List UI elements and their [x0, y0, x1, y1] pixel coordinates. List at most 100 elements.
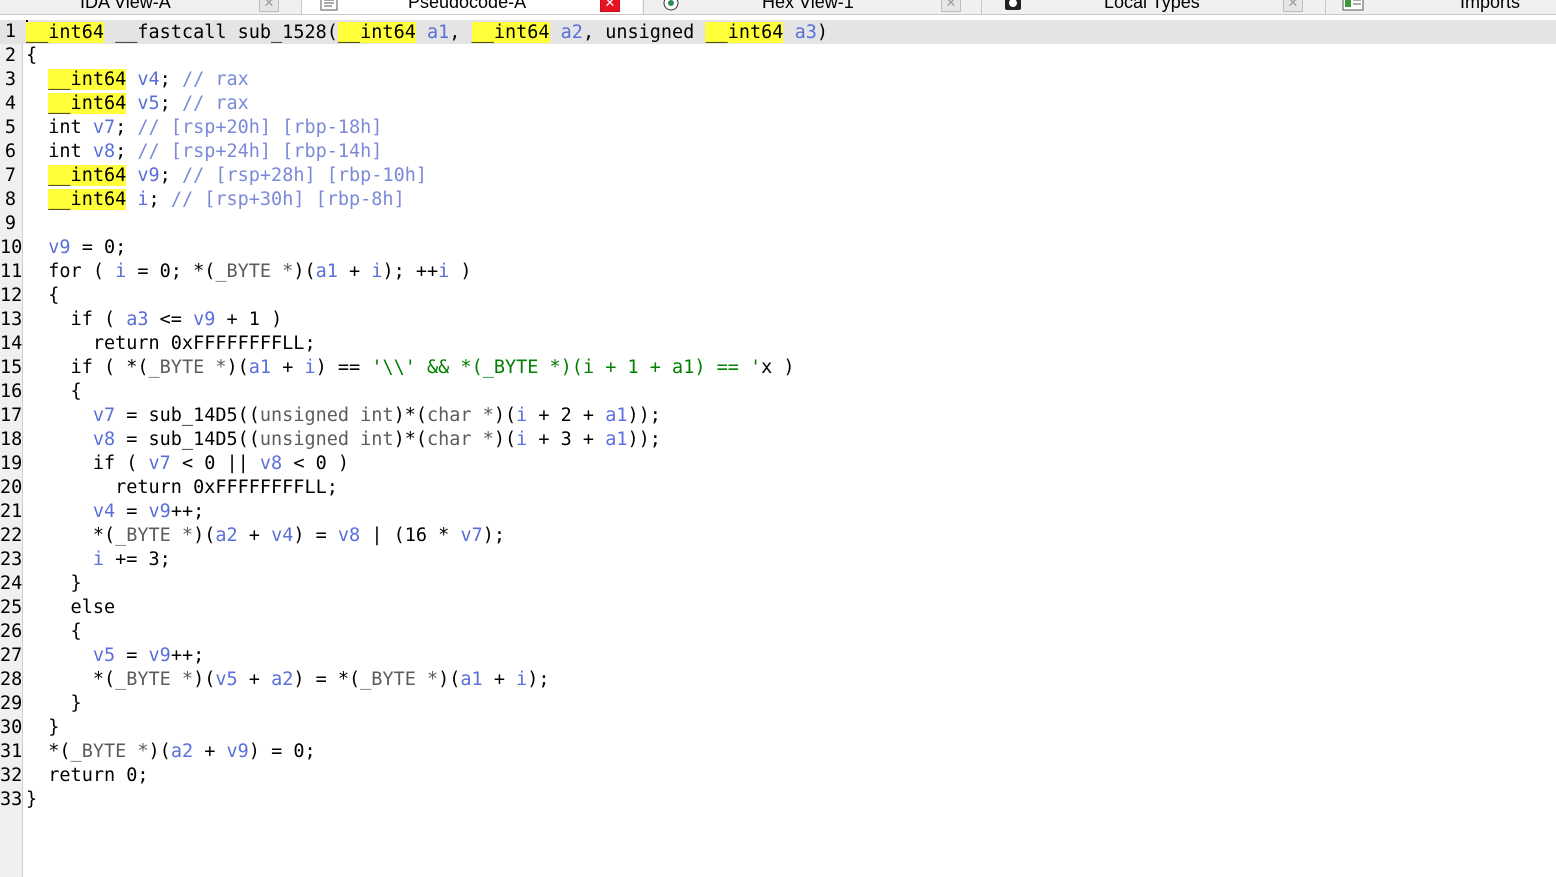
line-number: 31 — [0, 741, 23, 762]
code-text: __int64 v9; // [rsp+28h] [rbp-10h] — [48, 165, 427, 186]
code-text: __int64 i; // [rsp+30h] [rbp-8h] — [48, 189, 405, 210]
code-text: if ( v7 < 0 || v8 < 0 ) — [26, 453, 350, 474]
code-text: i += 3; — [92, 549, 171, 570]
code-text: __int64 v4; // rax — [48, 69, 249, 90]
code-line[interactable]: 5 int v7; // [rsp+20h] [rbp-18h] — [0, 116, 1556, 140]
line-number: 3 — [4, 69, 16, 90]
code-line[interactable]: 1 __int64 __fastcall sub_1528(__int64 a1,… — [0, 20, 1556, 44]
line-number: 27 — [0, 645, 23, 666]
code-text: } — [26, 573, 82, 594]
line-number: 9 — [4, 213, 16, 234]
code-line[interactable]: 32 return 0; — [0, 764, 1556, 788]
close-icon[interactable]: ✕ — [1283, 0, 1303, 12]
tab-hex-view-1[interactable]: Hex View-1 ✕ — [644, 0, 980, 14]
code-text: v8 = sub_14D5((unsigned int)*(char *)(i … — [92, 429, 661, 450]
line-number: 11 — [0, 261, 23, 282]
code-line[interactable]: 25 else — [0, 596, 1556, 620]
code-text: v7 = sub_14D5((unsigned int)*(char *)(i … — [92, 405, 661, 426]
code-text: int v8; // [rsp+24h] [rbp-14h] — [26, 141, 383, 162]
code-text: } — [26, 717, 60, 738]
close-icon[interactable]: ✕ — [600, 0, 620, 12]
code-line[interactable]: 2{ — [0, 44, 1556, 68]
line-number: 8 — [4, 189, 16, 210]
code-text: } — [26, 789, 38, 810]
code-text: for ( i = 0; *(_BYTE *)(a1 + i); ++i ) — [26, 261, 472, 282]
code-line[interactable]: 22 *(_BYTE *)(a2 + v4) = v8 | (16 * v7); — [0, 524, 1556, 548]
line-number: 16 — [0, 381, 23, 402]
code-text: v4 = v9++; — [92, 501, 205, 522]
line-number: 12 — [0, 285, 23, 306]
code-line[interactable]: 7 __int64 v9; // [rsp+28h] [rbp-10h] — [0, 164, 1556, 188]
line-number: 30 — [0, 717, 23, 738]
close-icon[interactable]: ✕ — [259, 0, 279, 12]
code-text: return 0xFFFFFFFFLL; — [26, 477, 338, 498]
code-line[interactable]: 31 *(_BYTE *)(a2 + v9) = 0; — [0, 740, 1556, 764]
line-number: 4 — [4, 93, 16, 114]
code-text: { — [26, 381, 82, 402]
line-number: 19 — [0, 453, 23, 474]
code-line[interactable]: 33} — [0, 788, 1556, 812]
close-icon[interactable]: ✕ — [941, 0, 961, 12]
tab-pseudocode-a[interactable]: Pseudocode-A ✕ — [302, 0, 642, 14]
line-number: 1 — [4, 21, 16, 42]
code-line[interactable]: 3 __int64 v4; // rax — [0, 68, 1556, 92]
line-number: 28 — [0, 669, 23, 690]
code-line[interactable]: 14 return 0xFFFFFFFFLL; — [0, 332, 1556, 356]
tab-ida-view-a[interactable]: IDA View-A ✕ — [0, 0, 300, 14]
line-number: 24 — [0, 573, 23, 594]
code-line[interactable]: 29 } — [0, 692, 1556, 716]
code-line[interactable]: 23 i += 3; — [0, 548, 1556, 572]
code-line[interactable]: 10 v9 = 0; — [0, 236, 1556, 260]
imports-icon — [1342, 0, 1364, 11]
line-number: 33 — [0, 789, 23, 810]
code-line[interactable]: 20 return 0xFFFFFFFFLL; — [0, 476, 1556, 500]
code-line[interactable]: 18 v8 = sub_14D5((unsigned int)*(char *)… — [0, 428, 1556, 452]
line-number: 29 — [0, 693, 23, 714]
tab-local-types[interactable]: Local Types ✕ — [982, 0, 1324, 14]
line-number: 7 — [4, 165, 16, 186]
code-text: { — [26, 45, 38, 66]
code-line[interactable]: 28 *(_BYTE *)(v5 + a2) = *(_BYTE *)(a1 +… — [0, 668, 1556, 692]
code-line[interactable]: 15 if ( *(_BYTE *)(a1 + i) == '\\' && *(… — [0, 356, 1556, 380]
code-line[interactable]: 4 __int64 v5; // rax — [0, 92, 1556, 116]
code-line[interactable]: 13 if ( a3 <= v9 + 1 ) — [0, 308, 1556, 332]
tab-label: Local Types — [1104, 0, 1200, 12]
tab-label: Hex View-1 — [762, 0, 854, 12]
code-text: } — [26, 693, 82, 714]
code-text: else — [26, 597, 116, 618]
line-number: 21 — [0, 501, 23, 522]
line-number: 5 — [4, 117, 16, 138]
line-number: 6 — [4, 141, 16, 162]
code-text: *(_BYTE *)(a2 + v4) = v8 | (16 * v7); — [26, 525, 505, 546]
code-line[interactable]: 8 __int64 i; // [rsp+30h] [rbp-8h] — [0, 188, 1556, 212]
code-text: { — [26, 285, 60, 306]
tab-label: IDA View-A — [80, 0, 171, 12]
line-number: 10 — [0, 237, 23, 258]
code-line[interactable]: 21 v4 = v9++; — [0, 500, 1556, 524]
code-line[interactable]: 6 int v8; // [rsp+24h] [rbp-14h] — [0, 140, 1556, 164]
code-text: __int64 __fastcall sub_1528(__int64 a1, … — [26, 20, 828, 43]
code-line[interactable]: 16 { — [0, 380, 1556, 404]
code-text: v9 = 0; — [48, 237, 127, 258]
code-line[interactable]: 12 { — [0, 284, 1556, 308]
code-line[interactable]: 24 } — [0, 572, 1556, 596]
code-line[interactable]: 11 for ( i = 0; *(_BYTE *)(a1 + i); ++i … — [0, 260, 1556, 284]
code-line[interactable]: 30 } — [0, 716, 1556, 740]
code-line[interactable]: 26 { — [0, 620, 1556, 644]
code-line[interactable]: 19 if ( v7 < 0 || v8 < 0 ) — [0, 452, 1556, 476]
code-line[interactable]: 9 — [0, 212, 1556, 236]
info-icon — [1004, 0, 1021, 11]
code-text: { — [26, 621, 82, 642]
code-text: if ( *(_BYTE *)(a1 + i) == '\\' && *(_BY… — [26, 357, 795, 378]
code-text: return 0xFFFFFFFFLL; — [26, 333, 316, 354]
tab-imports[interactable]: Imports — [1326, 0, 1556, 14]
line-number: 32 — [0, 765, 23, 786]
code-line[interactable]: 27 v5 = v9++; — [0, 644, 1556, 668]
line-number: 13 — [0, 309, 23, 330]
line-number: 26 — [0, 621, 23, 642]
line-number: 20 — [0, 477, 23, 498]
code-line[interactable]: 17 v7 = sub_14D5((unsigned int)*(char *)… — [0, 404, 1556, 428]
tab-bar: IDA View-A ✕ Pseudocode-A ✕ Hex View-1 ✕… — [0, 0, 1556, 15]
line-number: 15 — [0, 357, 23, 378]
code-text: *(_BYTE *)(a2 + v9) = 0; — [26, 741, 316, 762]
